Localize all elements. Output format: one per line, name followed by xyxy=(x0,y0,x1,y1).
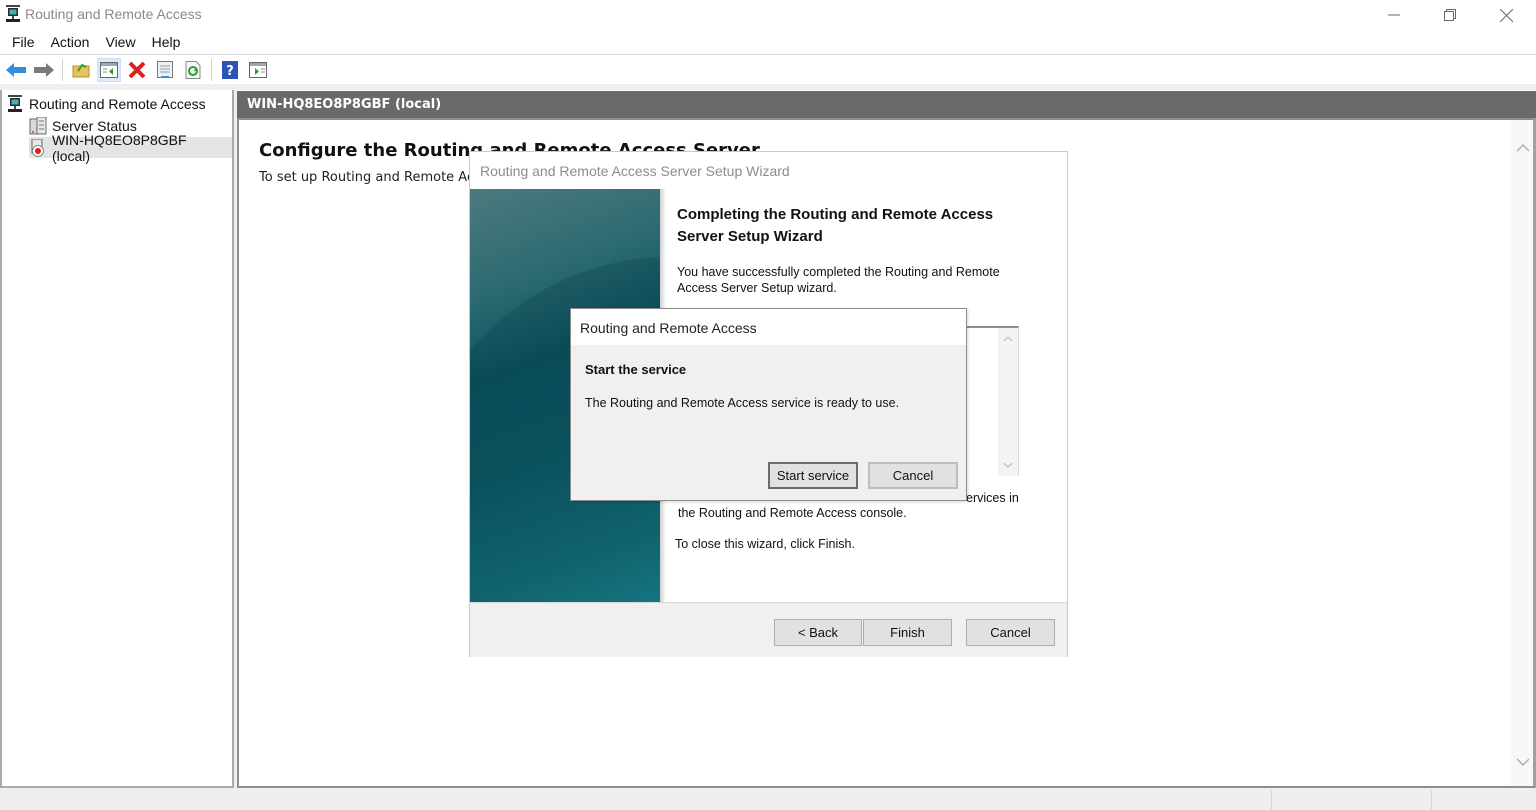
help-icon: ? xyxy=(222,61,238,79)
wizard-partial-text: ervices in xyxy=(966,491,1019,505)
minimize-icon xyxy=(1388,14,1400,16)
tree-item-local-server[interactable]: WIN-HQ8EO8P8GBF (local) xyxy=(29,132,232,164)
server-stopped-icon xyxy=(31,138,44,157)
wizard-heading: Completing the Routing and Remote Access… xyxy=(677,206,994,245)
properties-button[interactable] xyxy=(153,58,177,82)
wizard-footer: < Back Finish Cancel xyxy=(470,602,1067,657)
back-button[interactable]: < Back xyxy=(774,619,862,646)
restore-button[interactable] xyxy=(1422,0,1478,30)
show-action-pane-icon xyxy=(249,62,267,78)
start-service-button[interactable]: Start service xyxy=(768,462,858,489)
up-one-level-button[interactable] xyxy=(69,58,93,82)
status-bar xyxy=(0,788,1536,810)
menu-view[interactable]: View xyxy=(97,34,143,50)
menu-bar: File Action View Help xyxy=(0,30,1536,55)
show-action-pane-button[interactable] xyxy=(246,58,270,82)
wizard-close-hint: To close this wizard, click Finish. xyxy=(675,537,855,551)
dialog-title-bar: Routing and Remote Access xyxy=(571,309,966,345)
close-icon xyxy=(1499,8,1513,22)
scroll-down-icon[interactable] xyxy=(1003,462,1013,468)
show-hide-console-tree-icon xyxy=(100,62,118,78)
wizard-console-text: the Routing and Remote Access console. xyxy=(678,506,907,520)
status-divider xyxy=(1271,790,1272,810)
pane-header: WIN-HQ8EO8P8GBF (local) xyxy=(237,91,1536,118)
routing-app-icon xyxy=(6,5,20,22)
dialog-message: The Routing and Remote Access service is… xyxy=(585,396,900,410)
refresh-button[interactable] xyxy=(181,58,205,82)
menu-action[interactable]: Action xyxy=(43,34,98,50)
scroll-down-icon[interactable] xyxy=(1516,758,1530,768)
toolbar-separator xyxy=(62,59,63,81)
toolbar-separator xyxy=(211,59,212,81)
title-bar: Routing and Remote Access xyxy=(0,0,1536,30)
back-arrow-icon xyxy=(6,63,26,77)
tree-item-label: Routing and Remote Access xyxy=(29,95,206,112)
vertical-scrollbar[interactable] xyxy=(1511,120,1533,786)
forward-button[interactable] xyxy=(32,58,56,82)
delete-icon xyxy=(128,61,146,79)
minimize-button[interactable] xyxy=(1366,0,1422,30)
help-button[interactable]: ? xyxy=(218,58,242,82)
menu-file[interactable]: File xyxy=(4,34,43,50)
svg-text:?: ? xyxy=(226,64,234,79)
properties-icon xyxy=(157,61,173,78)
back-button[interactable] xyxy=(4,58,28,82)
window-title: Routing and Remote Access xyxy=(25,6,202,22)
up-folder-icon xyxy=(72,63,90,78)
close-button[interactable] xyxy=(1478,0,1534,30)
tree-item-routing-root[interactable]: Routing and Remote Access xyxy=(6,93,210,114)
wizard-summary-box xyxy=(967,326,1019,476)
scroll-up-icon[interactable] xyxy=(1003,336,1013,342)
refresh-icon xyxy=(185,61,201,79)
tree-item-label: WIN-HQ8EO8P8GBF (local) xyxy=(51,131,187,164)
page-subtext: To set up Routing and Remote Access xyxy=(259,170,503,185)
status-divider xyxy=(1431,790,1432,810)
menu-help[interactable]: Help xyxy=(144,34,189,50)
toolbar: ? xyxy=(0,56,1536,84)
dialog-heading: Start the service xyxy=(585,362,687,377)
routing-server-icon xyxy=(8,94,22,112)
wizard-intro: You have successfully completed the Rout… xyxy=(677,265,1000,295)
wizard-title: Routing and Remote Access Server Setup W… xyxy=(480,163,790,179)
dialog-cancel-button[interactable]: Cancel xyxy=(868,462,958,489)
server-status-icon xyxy=(29,116,47,134)
start-service-dialog: Routing and Remote Access Start the serv… xyxy=(570,308,967,501)
restore-icon xyxy=(1444,9,1456,21)
wizard-cancel-button[interactable]: Cancel xyxy=(966,619,1055,646)
scroll-up-icon[interactable] xyxy=(1516,142,1530,152)
show-hide-console-tree-button[interactable] xyxy=(97,58,121,82)
console-tree: Routing and Remote Access Server Status … xyxy=(0,90,234,788)
forward-arrow-icon xyxy=(34,63,54,77)
finish-button[interactable]: Finish xyxy=(863,619,952,646)
delete-button[interactable] xyxy=(125,58,149,82)
dialog-title: Routing and Remote Access xyxy=(580,320,757,336)
summary-scrollbar[interactable] xyxy=(998,328,1018,476)
